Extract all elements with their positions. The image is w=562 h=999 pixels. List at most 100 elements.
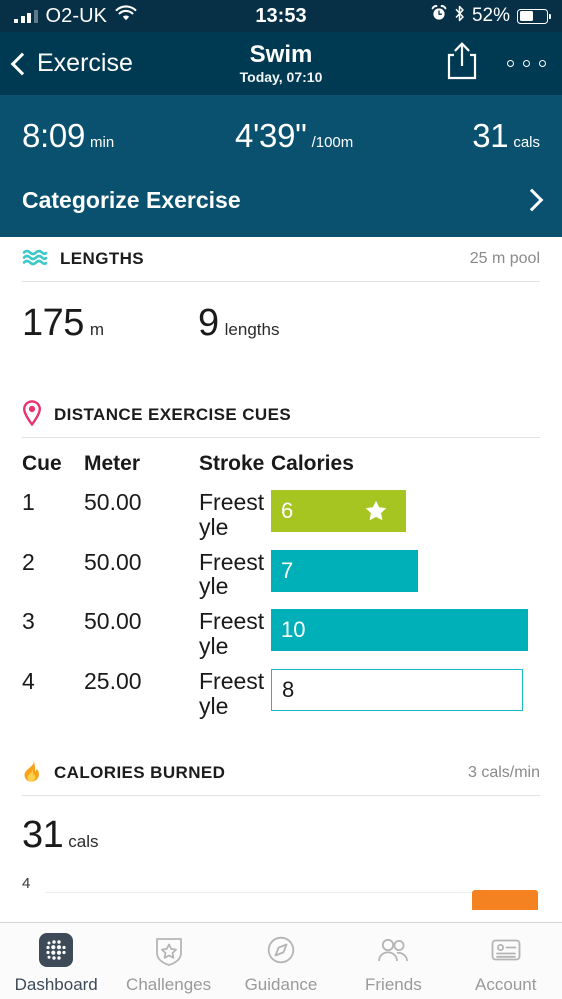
- compass-icon: [262, 931, 300, 969]
- content-area: LENGTHS 25 m pool 175 m 9 lengths: [0, 237, 562, 922]
- cues-section-header: DISTANCE EXERCISE CUES: [22, 393, 540, 437]
- app-screen: O2-UK 13:53 52% Exercise Swim Today, 07:…: [0, 0, 562, 999]
- table-row[interactable]: 1 50.00 Freestyle 6: [22, 486, 540, 546]
- cell-calories-bar: 7: [271, 546, 540, 606]
- tab-label: Challenges: [126, 975, 211, 995]
- tab-challenges[interactable]: Challenges: [113, 931, 225, 995]
- back-button[interactable]: Exercise: [14, 49, 133, 78]
- star-icon: [363, 498, 389, 524]
- shield-star-icon: [150, 931, 188, 969]
- distance-stat: 175 m: [22, 302, 198, 345]
- calories-bar-value: 6: [281, 498, 293, 524]
- waves-icon: [22, 247, 48, 272]
- cues-table-body: 1 50.00 Freestyle 6 2 50.00 F: [22, 486, 540, 725]
- duration-value: 8:09: [22, 117, 85, 155]
- calories-total: 31 cals: [22, 796, 540, 861]
- status-bar: O2-UK 13:53 52%: [0, 0, 562, 32]
- cell-stroke: Freestyle: [199, 665, 271, 725]
- cell-cue: 4: [22, 665, 84, 725]
- cell-stroke: Freestyle: [199, 546, 271, 606]
- distance-unit: m: [90, 320, 104, 340]
- cell-cue: 2: [22, 546, 84, 606]
- lengths-section: LENGTHS 25 m pool 175 m 9 lengths: [0, 237, 562, 367]
- cell-calories-bar: 8: [271, 665, 540, 725]
- cell-meter: 50.00: [84, 605, 199, 665]
- calories-bar-value: 8: [282, 677, 294, 703]
- section-gap: [0, 725, 562, 751]
- cell-stroke: Freestyle: [199, 486, 271, 546]
- tab-label: Dashboard: [15, 975, 98, 995]
- cell-meter: 25.00: [84, 665, 199, 725]
- section-gap: [0, 367, 562, 393]
- cell-stroke: Freestyle: [199, 605, 271, 665]
- calories-chart: 4: [22, 875, 540, 909]
- lengths-value: 9: [198, 302, 219, 345]
- friends-icon: [374, 931, 412, 969]
- share-icon[interactable]: [445, 41, 479, 86]
- tab-dashboard[interactable]: Dashboard: [0, 931, 112, 995]
- nav-actions: [445, 41, 548, 86]
- status-bar-left: O2-UK: [14, 5, 137, 28]
- calories-total-unit: cals: [68, 832, 98, 852]
- col-header-stroke: Stroke: [199, 438, 271, 486]
- cell-cue: 1: [22, 486, 84, 546]
- calories-value: 31: [472, 117, 508, 155]
- cell-meter: 50.00: [84, 546, 199, 606]
- cell-meter: 50.00: [84, 486, 199, 546]
- lengths-section-title: LENGTHS: [60, 249, 144, 269]
- calories-total-value: 31: [22, 814, 63, 857]
- cues-section: DISTANCE EXERCISE CUES Cue Meter Stroke …: [0, 393, 562, 725]
- calories-section: CALORIES BURNED 3 cals/min 31 cals 4: [0, 751, 562, 909]
- cell-calories-bar: 10: [271, 605, 540, 665]
- cell-cue: 3: [22, 605, 84, 665]
- lengths-values: 175 m 9 lengths: [22, 282, 540, 367]
- bluetooth-icon: [454, 5, 465, 28]
- tab-guidance[interactable]: Guidance: [225, 931, 337, 995]
- table-row[interactable]: 2 50.00 Freestyle 7: [22, 546, 540, 606]
- duration-unit: min: [90, 134, 114, 151]
- chart-bar: [472, 890, 538, 910]
- calories-bar: 6: [271, 490, 406, 532]
- table-row[interactable]: 4 25.00 Freestyle 8: [22, 665, 540, 725]
- stat-calories: 31 cals: [472, 117, 540, 155]
- tab-bar: Dashboard Challenges Guidance: [0, 922, 562, 999]
- battery-percent-label: 52%: [472, 5, 510, 27]
- signal-bars-icon: [14, 10, 38, 23]
- summary-band: 8:09 min 4'39" /100m 31 cals Categorize …: [0, 95, 562, 237]
- map-pin-icon: [22, 400, 42, 431]
- chevron-right-icon: [521, 189, 544, 212]
- categorize-exercise-row[interactable]: Categorize Exercise: [0, 167, 562, 233]
- summary-stats-row: 8:09 min 4'39" /100m 31 cals: [0, 95, 562, 167]
- flame-icon: [22, 758, 42, 787]
- col-header-meter: Meter: [84, 438, 199, 486]
- distance-value: 175: [22, 302, 84, 345]
- tab-friends[interactable]: Friends: [337, 931, 449, 995]
- col-header-cue: Cue: [22, 438, 84, 486]
- lengths-unit: lengths: [225, 320, 280, 340]
- calories-bar-value: 7: [281, 558, 293, 584]
- calories-rate-label: 3 cals/min: [468, 764, 540, 782]
- pace-unit: /100m: [312, 134, 354, 151]
- table-header-row: Cue Meter Stroke Calories: [22, 438, 540, 486]
- table-row[interactable]: 3 50.00 Freestyle 10: [22, 605, 540, 665]
- calories-bar: 10: [271, 609, 528, 651]
- fitbit-dots-icon: [37, 931, 75, 969]
- pool-size-label: 25 m pool: [470, 250, 540, 268]
- cues-table-head: Cue Meter Stroke Calories: [22, 438, 540, 486]
- id-card-icon: [487, 931, 525, 969]
- back-button-label: Exercise: [37, 49, 133, 78]
- navigation-bar: Exercise Swim Today, 07:10: [0, 32, 562, 95]
- tab-account[interactable]: Account: [450, 931, 562, 995]
- battery-icon: [517, 9, 548, 24]
- more-options-icon[interactable]: [505, 54, 548, 73]
- cues-section-title: DISTANCE EXERCISE CUES: [54, 405, 291, 425]
- status-bar-right: 52%: [431, 5, 548, 28]
- chart-gridline: [46, 892, 540, 893]
- lengths-stat: 9 lengths: [198, 302, 279, 345]
- pace-value: 4'39": [235, 117, 307, 155]
- calories-section-header: CALORIES BURNED 3 cals/min: [22, 751, 540, 795]
- calories-unit: cals: [513, 134, 540, 151]
- categorize-exercise-label: Categorize Exercise: [22, 187, 241, 214]
- calories-section-title: CALORIES BURNED: [54, 763, 225, 783]
- tab-label: Account: [475, 975, 536, 995]
